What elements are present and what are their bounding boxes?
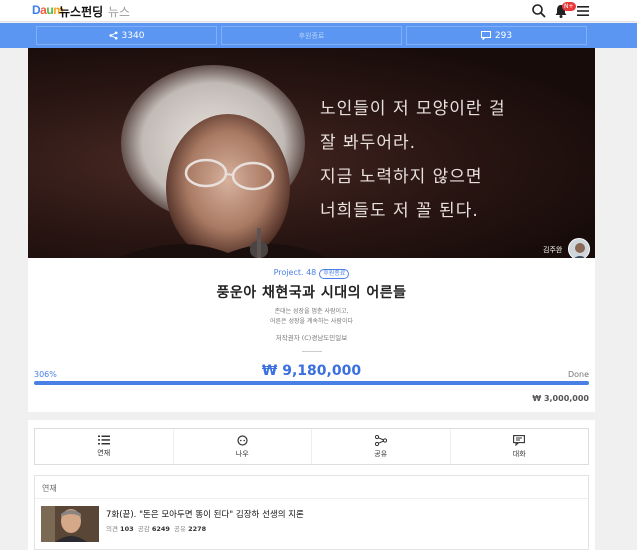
portrait-photo [118, 65, 328, 258]
funding-progress-fill [34, 381, 589, 385]
episode-thumbnail[interactable] [41, 506, 99, 542]
stats-bar: 3340 후원종료 293 [0, 23, 637, 48]
action-talk-button[interactable]: 대화 [449, 429, 589, 464]
funding-status: 후원종료 [221, 26, 402, 45]
funding-progress-bar [34, 381, 589, 385]
chat-bubble-icon [237, 434, 248, 446]
author-name[interactable]: 김주완 [543, 245, 562, 255]
section-gap [28, 412, 595, 420]
episode-title-link[interactable]: 7화(끝). "돈은 모아두면 똥이 된다" 김장하 선생의 지론 [106, 508, 304, 520]
section-title[interactable]: 뉴스펀딩 [59, 3, 103, 20]
series-section: 연재 7화(끝). "돈은 모아두면 똥이 된다" 김장하 선생의 지론 의견 … [34, 475, 589, 550]
action-share-button[interactable]: 공유 [311, 429, 450, 464]
page-title: 풍운아 채현국과 시대의 어른들 [216, 285, 407, 301]
project-card: 노인들이 저 모양이란 걸 잘 봐두어라. 지금 노력하지 않으면 너희들도 저… [28, 48, 595, 550]
comment-icon [480, 31, 491, 40]
episode-stats: 의견 103 공감 6249 공유 2278 [106, 525, 207, 533]
share-icon [374, 434, 387, 446]
funding-goal: ₩ 3,000,000 [532, 394, 589, 403]
series-heading: 연재 [42, 484, 57, 493]
section-subtitle[interactable]: 뉴스 [108, 3, 130, 20]
project-subtitle-1: 존대는 성장을 멈춘 사람이고, [274, 308, 349, 315]
action-bar: 연재 나우 공유 대화 [34, 428, 589, 465]
action-series-button[interactable]: 연재 [35, 429, 173, 464]
action-now-button[interactable]: 나우 [172, 429, 312, 464]
list-icon [97, 435, 110, 445]
menu-icon[interactable] [575, 3, 591, 19]
top-bar: Daum 뉴스펀딩 뉴스 N+ [0, 0, 637, 22]
hero-banner: 노인들이 저 모양이란 걸 잘 봐두어라. 지금 노력하지 않으면 너희들도 저… [28, 48, 595, 258]
funding-amount: ₩ 9,180,000 [261, 363, 362, 379]
share-count: 3340 [121, 30, 145, 41]
share-count-button[interactable]: 3340 [36, 26, 217, 45]
project-subtitle-2: 어른은 성장을 계속하는 사람이다 [269, 318, 353, 325]
author-avatar[interactable] [568, 238, 590, 258]
funding-done-label: Done [567, 370, 589, 379]
comment-count: 293 [494, 30, 513, 41]
comment-icon [513, 434, 526, 446]
notification-badge: N+ [562, 2, 576, 11]
search-icon[interactable] [531, 3, 547, 19]
share-icon [108, 31, 118, 40]
comment-count-button[interactable]: 293 [406, 26, 587, 45]
copyright-text: 저작권자 (C)경남도민일보 [275, 334, 348, 342]
divider [35, 498, 588, 499]
status-badge: 후원종료 [319, 269, 350, 279]
divider [302, 351, 322, 352]
project-number: Project. 48 후원종료 [28, 268, 595, 279]
hero-quote: 노인들이 저 모양이란 걸 잘 봐두어라. 지금 노력하지 않으면 너희들도 저… [320, 99, 506, 221]
